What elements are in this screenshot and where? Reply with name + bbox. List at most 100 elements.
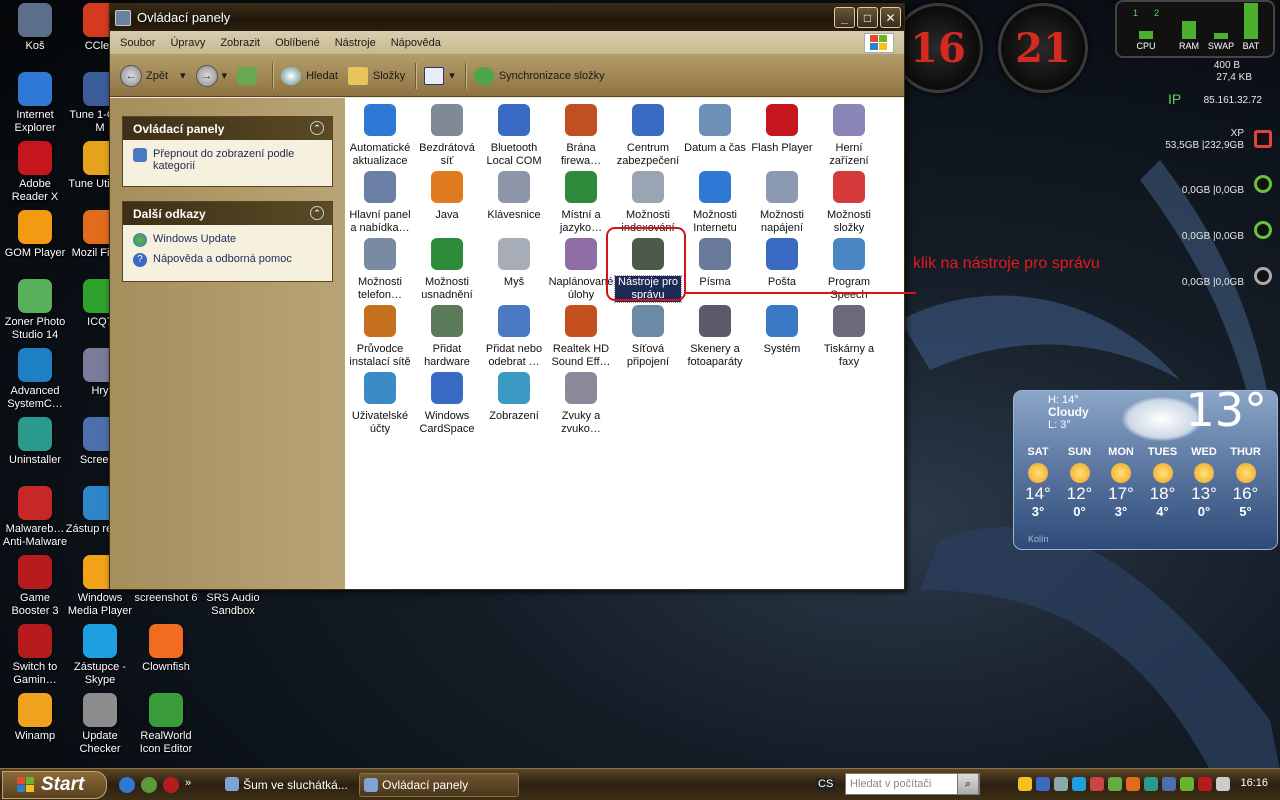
volume-tray-icon[interactable] [1216,777,1230,791]
desktop-icon[interactable]: Winamp [0,693,70,743]
desktop-icon[interactable]: Advanced SystemC… [0,348,70,411]
menu-zobrazit[interactable]: Zobrazit [220,37,260,49]
other-links-header[interactable]: Další odkazy ⌃ [123,202,332,225]
control-panel-item[interactable]: Uživatelské účty [347,372,413,436]
tray-icon[interactable] [1180,777,1194,791]
tray-icon[interactable] [1162,777,1176,791]
desktop-icon[interactable]: Adobe Reader X [0,141,70,204]
up-button[interactable] [237,66,262,85]
desktop-icon[interactable]: Update Checker [65,693,135,756]
desktop-icon[interactable]: Zoner Photo Studio 14 [0,279,70,342]
views-button[interactable]: ▾ [424,66,455,85]
title-bar[interactable]: Ovládací panely _ □ ✕ [110,4,904,31]
desktop-icon[interactable]: Game Booster 3 [0,555,70,618]
windows-update-link[interactable]: Windows Update [133,233,322,247]
desktop-icon[interactable]: GOM Player [0,210,70,260]
control-panel-item[interactable]: Systém [749,305,815,356]
app-quicklaunch-icon[interactable] [141,776,157,793]
game-quicklaunch-icon[interactable] [163,776,179,793]
control-panel-item[interactable]: Tiskárny a faxy [816,305,882,369]
applet-icon [498,171,530,203]
menu-oblibene[interactable]: Oblíbené [275,37,320,49]
applet-label: Realtek HD Sound Eff… [551,343,611,368]
desktop-icon[interactable]: Koš [0,3,70,53]
help-support-link[interactable]: ? Nápověda a odborná pomoc [133,253,322,267]
menu-soubor[interactable]: Soubor [120,37,155,49]
control-panel-item[interactable]: Místní a jazyko… [548,171,614,235]
tray-icon[interactable] [1108,777,1122,791]
control-panel-item[interactable]: Hlavní panel a nabídka… [347,171,413,235]
minimize-button[interactable]: _ [834,7,855,28]
skype-tray-icon[interactable] [1072,777,1086,791]
control-panel-item[interactable]: Bezdrátová síť [414,104,480,168]
control-panel-item[interactable]: Síťová připojení [615,305,681,369]
control-panel-item[interactable]: Možnosti Internetu [682,171,748,235]
control-panel-item[interactable]: Datum a čas [682,104,748,155]
menu-napoveda[interactable]: Nápověda [391,37,441,49]
control-panel-item[interactable]: Naplánované úlohy [548,238,614,302]
control-panel-item[interactable]: Možnosti indexování [615,171,681,235]
desktop-icon[interactable]: Clownfish [131,624,201,674]
desktop-icon[interactable]: Internet Explorer [0,72,70,135]
tray-icon[interactable] [1090,777,1104,791]
desktop-icon[interactable]: Malwareb… Anti-Malware [0,486,70,549]
task-sum-ve-sluchatka[interactable]: Šum ve sluchátká... [221,773,355,797]
desktop-icon[interactable]: Zástupce - Skype [65,624,135,687]
menu-upravy[interactable]: Úpravy [170,37,205,49]
control-panel-item[interactable]: Windows CardSpace [414,372,480,436]
desktop-icon[interactable]: Switch to Gamin… [0,624,70,687]
desktop-icon[interactable]: Uninstaller [0,417,70,467]
tray-icon[interactable] [1054,777,1068,791]
maximize-button[interactable]: □ [857,7,878,28]
control-panel-item[interactable]: Možnosti usnadnění [414,238,480,302]
tray-icon[interactable] [1198,777,1212,791]
control-panel-item[interactable]: Možnosti složky [816,171,882,235]
control-panel-item[interactable]: Brána firewa… [548,104,614,168]
language-indicator[interactable]: CS [816,778,836,790]
forward-dropdown-icon[interactable]: ▾ [222,69,228,82]
network-tray-icon[interactable] [1036,777,1050,791]
search-icon[interactable]: ⌕ [957,773,979,795]
control-panel-item[interactable]: Bluetooth Local COM [481,104,547,168]
task-box-header[interactable]: Ovládací panely ⌃ [123,117,332,140]
collapse-chevron-icon[interactable]: ⌃ [310,206,324,220]
start-button[interactable]: Start [2,770,107,799]
control-panel-item[interactable]: Centrum zabezpečení [615,104,681,168]
desktop-icon[interactable]: RealWorld Icon Editor [131,693,201,756]
quicklaunch-expand-icon[interactable]: » [185,777,191,793]
control-panel-item[interactable]: Zobrazení [481,372,547,423]
security-tray-icon[interactable] [1018,777,1032,791]
tray-icon[interactable] [1144,777,1158,791]
control-panel-item[interactable]: Skenery a fotoaparáty [682,305,748,369]
back-button[interactable]: ← Zpět ▾ [120,64,186,87]
menu-nastroje[interactable]: Nástroje [335,37,376,49]
control-panel-item[interactable]: Průvodce instalací sítě [347,305,413,369]
tray-icon[interactable] [1126,777,1140,791]
collapse-chevron-icon[interactable]: ⌃ [310,121,324,135]
forward-button[interactable]: → ▾ [195,64,228,87]
control-panel-item[interactable]: Možnosti telefon… [347,238,413,302]
switch-to-category-view-link[interactable]: Přepnout do zobrazení podle kategorií [133,148,322,172]
control-panel-item[interactable]: Flash Player [749,104,815,155]
control-panel-item[interactable]: Realtek HD Sound Eff… [548,305,614,369]
task-ovladaci-panely[interactable]: Ovládací panely [359,772,520,797]
sync-button[interactable]: Synchronizace složky [473,66,605,85]
control-panel-item[interactable]: Možnosti napájení [749,171,815,235]
search-button[interactable]: Hledat [281,66,338,85]
control-panel-item[interactable]: Pošta [749,238,815,289]
app-icon [18,3,52,37]
control-panel-item[interactable]: Java [414,171,480,222]
control-panel-item[interactable]: Přidat hardware [414,305,480,369]
back-dropdown-icon[interactable]: ▾ [180,69,186,82]
taskbar-clock[interactable]: 16:16 [1240,777,1268,789]
control-panel-item[interactable]: Automatické aktualizace [347,104,413,168]
folders-button[interactable]: Složky [347,66,405,85]
control-panel-item[interactable]: Písma [682,238,748,289]
control-panel-item[interactable]: Herní zařízení [816,104,882,168]
close-button[interactable]: ✕ [880,7,901,28]
control-panel-item[interactable]: Myš [481,238,547,289]
ie-quicklaunch-icon[interactable] [119,776,135,793]
control-panel-item[interactable]: Přidat nebo odebrat … [481,305,547,369]
control-panel-item[interactable]: Klávesnice [481,171,547,222]
control-panel-item[interactable]: Zvuky a zvuko… [548,372,614,436]
